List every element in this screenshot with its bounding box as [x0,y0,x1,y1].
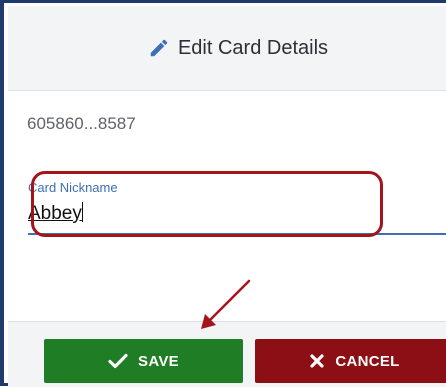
dialog-header: Edit Card Details [8,6,446,91]
field-underline [28,233,446,235]
card-nickname-field[interactable]: Card Nickname Abbey [28,171,446,235]
card-nickname-value: Abbey [28,203,82,224]
save-button-label: SAVE [138,352,179,370]
pencil-icon [148,37,170,59]
dialog-title: Edit Card Details [177,36,329,59]
card-nickname-input[interactable]: Abbey [28,202,388,225]
checkmark-icon [108,353,128,369]
save-button[interactable]: SAVE [44,339,243,383]
text-caret [81,202,83,222]
x-icon [309,353,325,369]
dialog-footer: SAVE CANCEL [8,321,446,387]
card-number: 605860...8587 [27,114,136,133]
card-nickname-label: Card Nickname [28,180,118,195]
cancel-button-label: CANCEL [335,352,400,370]
cancel-button[interactable]: CANCEL [255,339,446,383]
dialog-frame: Edit Card Details 605860...8587 Card Nic… [0,0,446,387]
